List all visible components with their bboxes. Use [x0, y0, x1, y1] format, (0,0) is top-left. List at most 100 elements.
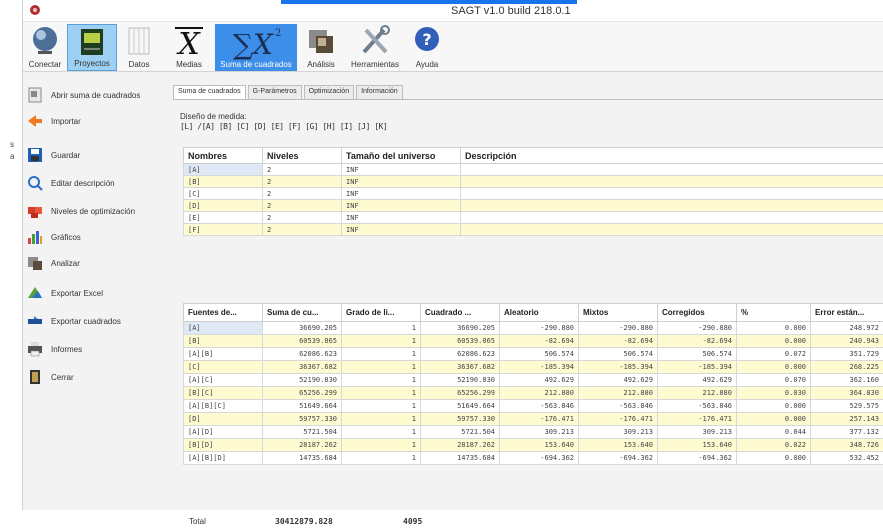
table-cell[interactable]: 506.574: [500, 348, 579, 361]
table-row[interactable]: [B]2INF: [184, 176, 883, 188]
table-cell[interactable]: [A][D]: [184, 426, 263, 439]
table-cell[interactable]: 2: [263, 200, 342, 212]
table-cell[interactable]: 492.629: [579, 374, 658, 387]
table-cell[interactable]: 506.574: [579, 348, 658, 361]
tab-informacion[interactable]: Información: [356, 85, 403, 99]
table-cell[interactable]: 1: [342, 348, 421, 361]
table-cell[interactable]: 60539.065: [263, 335, 342, 348]
table-cell[interactable]: 268.225: [811, 361, 883, 374]
table-cell[interactable]: 1: [342, 413, 421, 426]
table-cell[interactable]: [D]: [184, 413, 263, 426]
table-row[interactable]: [B][C]65256.299165256.299212.880212.8802…: [184, 387, 883, 400]
medias-button[interactable]: X Medias: [165, 24, 213, 71]
table-cell[interactable]: 309.213: [658, 426, 737, 439]
table-cell[interactable]: 14735.684: [421, 452, 500, 465]
table-cell[interactable]: [B]: [184, 176, 263, 188]
table-cell[interactable]: INF: [342, 164, 461, 176]
table-cell[interactable]: 60539.065: [421, 335, 500, 348]
table-cell[interactable]: 2: [263, 212, 342, 224]
sidebar-item-graficos[interactable]: Gráficos: [25, 225, 171, 249]
table-cell[interactable]: 65256.299: [263, 387, 342, 400]
column-header[interactable]: Mixtos: [579, 304, 658, 322]
table-cell[interactable]: 59757.330: [421, 413, 500, 426]
table-cell[interactable]: 5721.504: [263, 426, 342, 439]
table-cell[interactable]: 0.000: [737, 400, 811, 413]
table-cell[interactable]: [C]: [184, 188, 263, 200]
table-cell[interactable]: 1: [342, 452, 421, 465]
table-cell[interactable]: -176.471: [579, 413, 658, 426]
table-cell[interactable]: 36367.682: [421, 361, 500, 374]
table-cell[interactable]: 212.880: [579, 387, 658, 400]
table-cell[interactable]: [461, 188, 883, 200]
table-cell[interactable]: [F]: [184, 224, 263, 236]
sidebar-item-analizar[interactable]: Analizar: [25, 251, 171, 275]
table-cell[interactable]: [D]: [184, 200, 263, 212]
table-cell[interactable]: [C]: [184, 361, 263, 374]
table-cell[interactable]: 364.830: [811, 387, 883, 400]
sidebar-item-niveles-optimizacion[interactable]: Niveles de optimización: [25, 199, 171, 223]
table-cell[interactable]: 2: [263, 176, 342, 188]
table-cell[interactable]: 2: [263, 164, 342, 176]
table-row[interactable]: [B]60539.065160539.065-82.694-82.694-82.…: [184, 335, 883, 348]
table-cell[interactable]: INF: [342, 188, 461, 200]
table-cell[interactable]: 28187.262: [421, 439, 500, 452]
table-cell[interactable]: 212.880: [658, 387, 737, 400]
table-cell[interactable]: 36367.682: [263, 361, 342, 374]
table-row[interactable]: [A][B][C]51649.664151649.664-563.846-563…: [184, 400, 883, 413]
table-cell[interactable]: 529.575: [811, 400, 883, 413]
table-cell[interactable]: [B][D]: [184, 439, 263, 452]
table-cell[interactable]: -694.362: [500, 452, 579, 465]
table-cell[interactable]: -563.846: [658, 400, 737, 413]
table-cell[interactable]: 62086.623: [263, 348, 342, 361]
table-cell[interactable]: -290.880: [579, 322, 658, 335]
table-cell[interactable]: 2: [263, 188, 342, 200]
table-cell[interactable]: 257.143: [811, 413, 883, 426]
table-cell[interactable]: -82.694: [500, 335, 579, 348]
table-cell[interactable]: 0.000: [737, 322, 811, 335]
table-cell[interactable]: -185.394: [500, 361, 579, 374]
table-row[interactable]: [A][D]5721.50415721.504309.213309.213309…: [184, 426, 883, 439]
table-cell[interactable]: 52190.830: [421, 374, 500, 387]
table-row[interactable]: [A][C]52190.830152190.830492.629492.6294…: [184, 374, 883, 387]
table-cell[interactable]: 362.160: [811, 374, 883, 387]
column-header[interactable]: Suma de cu...: [263, 304, 342, 322]
sidebar-item-editar-descripcion[interactable]: Editar descripción: [25, 171, 171, 195]
column-header[interactable]: %: [737, 304, 811, 322]
table-row[interactable]: [A][B]62086.623162086.623506.574506.5745…: [184, 348, 883, 361]
table-cell[interactable]: 0.022: [737, 439, 811, 452]
table-cell[interactable]: 1: [342, 439, 421, 452]
table-cell[interactable]: -176.471: [500, 413, 579, 426]
table-cell[interactable]: [461, 200, 883, 212]
table-cell[interactable]: 36690.205: [263, 322, 342, 335]
sidebar-item-guardar[interactable]: Guardar: [25, 143, 171, 167]
table-cell[interactable]: 1: [342, 374, 421, 387]
column-header[interactable]: Niveles: [263, 148, 342, 164]
table-cell[interactable]: 1: [342, 361, 421, 374]
table-cell[interactable]: -290.880: [500, 322, 579, 335]
tab-suma-de-cuadrados[interactable]: Suma de cuadrados: [173, 85, 246, 99]
table-cell[interactable]: [B][C]: [184, 387, 263, 400]
table-cell[interactable]: -82.694: [579, 335, 658, 348]
table-cell[interactable]: 1: [342, 400, 421, 413]
table-cell[interactable]: -290.880: [658, 322, 737, 335]
table-row[interactable]: [C]36367.682136367.682-185.394-185.394-1…: [184, 361, 883, 374]
table-cell[interactable]: [A][C]: [184, 374, 263, 387]
conectar-button[interactable]: Conectar: [25, 24, 65, 71]
column-header[interactable]: Cuadrado ...: [421, 304, 500, 322]
table-cell[interactable]: 0.072: [737, 348, 811, 361]
table-cell[interactable]: 62086.623: [421, 348, 500, 361]
table-row[interactable]: [F]2INF: [184, 224, 883, 236]
table-cell[interactable]: [A][B][C]: [184, 400, 263, 413]
column-header[interactable]: Descripción: [461, 148, 883, 164]
table-cell[interactable]: [A][B]: [184, 348, 263, 361]
table-row[interactable]: [A]36690.205136690.205-290.880-290.880-2…: [184, 322, 883, 335]
ayuda-button[interactable]: ? Ayuda: [409, 24, 445, 71]
table-row[interactable]: [D]59757.330159757.330-176.471-176.471-1…: [184, 413, 883, 426]
table-cell[interactable]: 506.574: [658, 348, 737, 361]
table-cell[interactable]: 1: [342, 322, 421, 335]
table-cell[interactable]: 59757.330: [263, 413, 342, 426]
table-cell[interactable]: 492.629: [500, 374, 579, 387]
table-cell[interactable]: 153.640: [500, 439, 579, 452]
table-cell[interactable]: 212.880: [500, 387, 579, 400]
table-cell[interactable]: 0.000: [737, 413, 811, 426]
